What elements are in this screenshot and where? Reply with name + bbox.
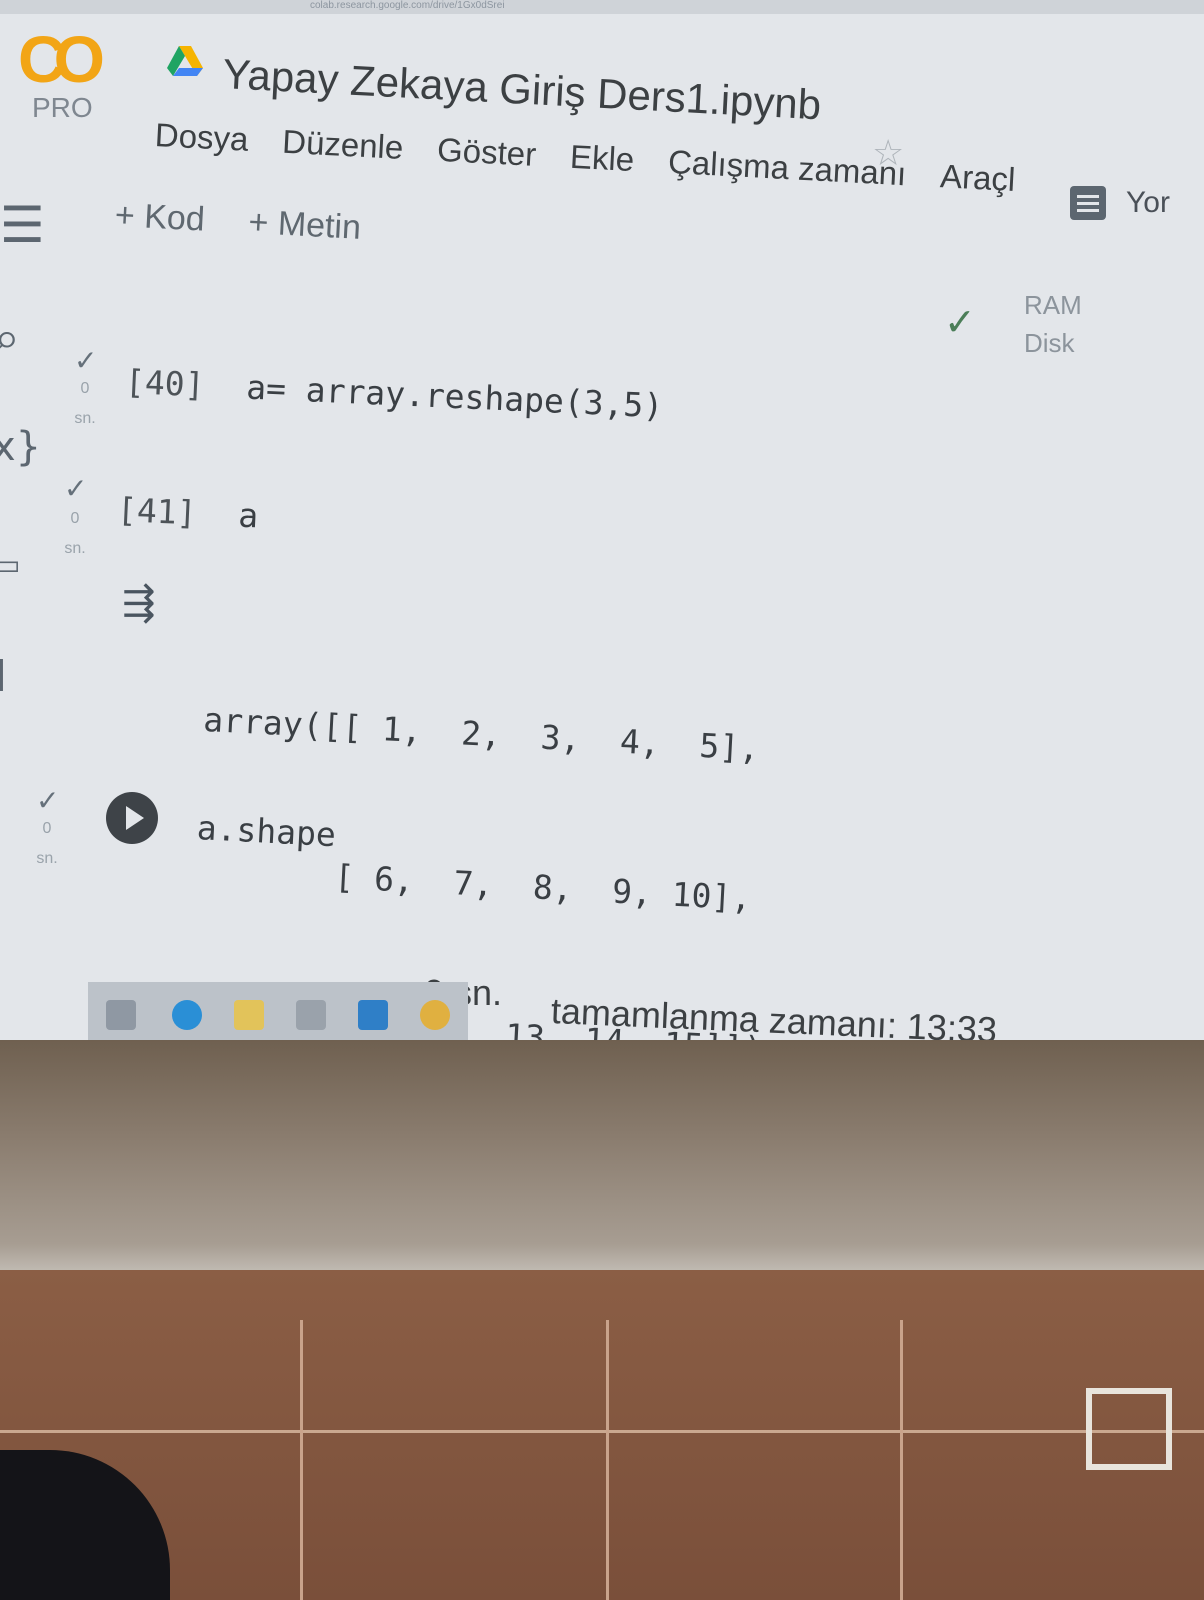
menu-bar: Dosya Düzenle Göster Ekle Çalışma zamanı… bbox=[154, 116, 1016, 199]
code-cell[interactable]: [41] a bbox=[116, 490, 259, 535]
cell-status-check-icon: ✓ bbox=[64, 473, 88, 504]
notebook-toolbar: + Kod + Metin bbox=[114, 196, 362, 248]
cell-prompt: [41] bbox=[116, 490, 198, 533]
terminal-icon[interactable]: ] bbox=[0, 654, 6, 695]
tile-grout bbox=[606, 1320, 609, 1600]
cell-exec-time: 0 sn. bbox=[36, 820, 58, 867]
run-cell-button[interactable] bbox=[106, 792, 158, 844]
cell-status-check-icon: ✓ bbox=[74, 345, 98, 376]
colab-logo[interactable]: CO bbox=[18, 26, 105, 92]
cell-code[interactable]: a= array.reshape(3,5) bbox=[245, 368, 664, 426]
menu-insert[interactable]: Ekle bbox=[569, 138, 635, 179]
menu-file[interactable]: Dosya bbox=[154, 116, 249, 159]
code-cell[interactable]: a.shape bbox=[196, 808, 337, 854]
variables-icon[interactable]: x} bbox=[0, 424, 41, 470]
file-explorer-icon[interactable] bbox=[234, 1000, 264, 1030]
tile-grout bbox=[0, 1430, 1204, 1433]
tile-grout bbox=[300, 1320, 303, 1600]
cell-code[interactable]: a.shape bbox=[196, 808, 337, 854]
tile-grout bbox=[900, 1320, 903, 1600]
cell-exec-time: 0 sn. bbox=[64, 510, 86, 557]
add-text-button[interactable]: + Metin bbox=[248, 203, 362, 248]
add-code-button[interactable]: + Kod bbox=[114, 196, 206, 240]
mail-icon[interactable] bbox=[358, 1000, 388, 1030]
comment-button[interactable]: Yor bbox=[1070, 186, 1170, 220]
tiled-wall bbox=[0, 1270, 1204, 1600]
address-bar[interactable]: colab.research.google.com/drive/1Gx0dSre… bbox=[0, 0, 1204, 14]
comment-label: Yor bbox=[1126, 186, 1170, 219]
chrome-icon[interactable] bbox=[420, 1000, 450, 1030]
disk-label: Disk bbox=[1024, 328, 1075, 358]
menu-tools[interactable]: Araçl bbox=[939, 157, 1016, 199]
store-icon[interactable] bbox=[296, 1000, 326, 1030]
task-view-icon[interactable] bbox=[106, 1000, 136, 1030]
url-text: colab.research.google.com/drive/1Gx0dSre… bbox=[310, 0, 505, 11]
pro-badge: PRO bbox=[32, 92, 93, 123]
menu-edit[interactable]: Düzenle bbox=[281, 123, 404, 167]
projected-screen: colab.research.google.com/drive/1Gx0dSre… bbox=[0, 0, 1204, 1050]
cell-prompt: [40] bbox=[124, 362, 206, 405]
drive-icon[interactable] bbox=[165, 44, 205, 78]
connected-check-icon[interactable]: ✓ bbox=[944, 300, 976, 345]
edge-icon[interactable] bbox=[172, 1000, 202, 1030]
cell-exec-time: 0 sn. bbox=[74, 380, 96, 427]
output-line: array([[ 1, 2, 3, 4, 5], bbox=[202, 699, 761, 768]
search-icon[interactable]: ⌕ bbox=[0, 310, 20, 366]
output-line: [ 6, 7, 8, 9, 10], bbox=[194, 849, 753, 918]
code-cell[interactable]: [40] a= array.reshape(3,5) bbox=[124, 362, 664, 425]
ram-label: RAM bbox=[1024, 290, 1082, 320]
files-icon[interactable]: ▭ bbox=[0, 548, 20, 581]
menu-view[interactable]: Göster bbox=[436, 131, 537, 174]
comment-icon bbox=[1070, 186, 1106, 220]
notebook-title[interactable]: Yapay Zekaya Giriş Ders1.ipynb bbox=[221, 50, 823, 129]
cell-code[interactable]: a bbox=[237, 496, 259, 536]
wall-frame bbox=[1086, 1388, 1172, 1470]
toc-icon[interactable]: ☰ bbox=[0, 196, 45, 254]
cell-status-check-icon: ✓ bbox=[36, 785, 60, 816]
screen-bezel bbox=[0, 1040, 1204, 1280]
output-collapse-icon[interactable]: ⇶ bbox=[122, 580, 156, 626]
